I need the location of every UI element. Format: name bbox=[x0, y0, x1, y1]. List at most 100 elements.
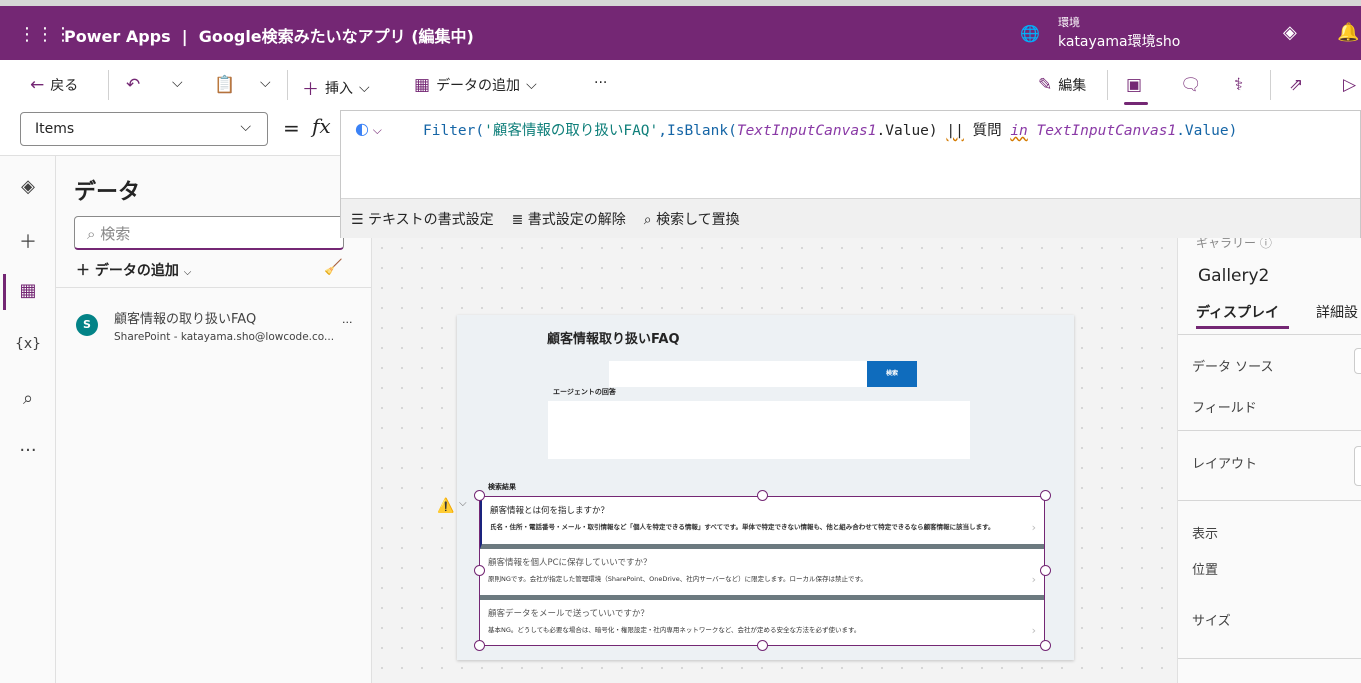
app-checker-button[interactable]: ▣ bbox=[1126, 75, 1142, 95]
undo-button[interactable]: ↶ bbox=[126, 75, 140, 95]
layout-dropdown[interactable] bbox=[1354, 446, 1361, 486]
source-detail: SharePoint - katayama.sho@lowcode.co... bbox=[114, 331, 335, 343]
code-token: in bbox=[1010, 123, 1028, 139]
gallery-item[interactable]: 顧客情報を個人PCに保存していいですか？ 原則NGです。会社が指定した管理環境（S… bbox=[480, 549, 1044, 600]
text-format-icon: ☰ bbox=[351, 211, 364, 228]
edit-button[interactable]: ✎ 編集 bbox=[1038, 75, 1086, 95]
search-text-input[interactable] bbox=[609, 361, 867, 387]
gallery[interactable]: 顧客情報とは何を指しますか？ 氏名・住所・電話番号・メール・取引情報など「個人を特… bbox=[479, 496, 1045, 646]
divider bbox=[1178, 658, 1361, 659]
comments-button[interactable]: 🗨 bbox=[1180, 75, 1202, 95]
share-button[interactable]: ⇗ bbox=[1289, 75, 1303, 95]
broom-icon[interactable]: 🧹 bbox=[324, 258, 343, 276]
add-data-label: データの追加 bbox=[436, 78, 521, 94]
formula-editor[interactable]: ◐ ⌵ Filter('顧客情報の取り扱いFAQ',IsBlank( TextIn… bbox=[340, 110, 1361, 238]
format-text-label: テキストの書式設定 bbox=[368, 211, 494, 228]
source-name: 顧客情報の取り扱いFAQ bbox=[114, 312, 257, 327]
paste-button[interactable]: 📋 bbox=[214, 75, 235, 95]
tab-advanced[interactable]: 詳細設 bbox=[1316, 302, 1358, 322]
variables-icon[interactable]: {x} bbox=[0, 336, 56, 352]
undo-dropdown[interactable]: ⌵ bbox=[172, 75, 183, 91]
environment-icon[interactable]: 🌐 bbox=[1020, 24, 1040, 43]
position-label: 位置 bbox=[1192, 563, 1219, 578]
divider bbox=[287, 70, 288, 100]
data-grid-icon[interactable]: ▦ bbox=[0, 280, 56, 301]
paste-dropdown[interactable]: ⌵ bbox=[260, 75, 271, 91]
resize-handle[interactable] bbox=[474, 490, 485, 501]
code-token: TextInputCanvas1 bbox=[1036, 123, 1177, 139]
insert-label: 挿入 bbox=[325, 80, 353, 97]
resize-handle[interactable] bbox=[757, 490, 768, 501]
tab-display[interactable]: ディスプレイ bbox=[1196, 302, 1279, 322]
code-token: ,IsBlank( bbox=[658, 123, 737, 139]
tree-view-icon[interactable]: ◈ bbox=[0, 176, 56, 197]
chevron-down-icon[interactable]: ⌵ bbox=[459, 498, 467, 509]
more-icon[interactable]: ··· bbox=[0, 440, 56, 461]
chevron-right-icon[interactable]: › bbox=[1032, 521, 1036, 534]
data-source-item[interactable]: S 顧客情報の取り扱いFAQ SharePoint - katayama.sho… bbox=[56, 296, 372, 346]
undo-icon: ↶ bbox=[126, 75, 141, 95]
search-icon[interactable]: ⌕ bbox=[0, 388, 56, 409]
resize-handle[interactable] bbox=[1040, 490, 1051, 501]
health-button[interactable]: ⚕ bbox=[1234, 75, 1243, 95]
lines-icon: ≣ bbox=[511, 211, 524, 228]
warning-icon[interactable]: ⚠️ bbox=[437, 498, 454, 514]
divider bbox=[1107, 70, 1108, 100]
insert-button[interactable]: ＋ 挿入 ⌵ bbox=[302, 75, 370, 101]
property-dropdown[interactable]: Items ⌵ bbox=[20, 112, 268, 146]
gallery-item[interactable]: 顧客情報とは何を指しますか？ 氏名・住所・電話番号・メール・取引情報など「個人を特… bbox=[480, 497, 1044, 549]
search-placeholder: 検索 bbox=[100, 225, 131, 243]
resize-handle[interactable] bbox=[757, 640, 768, 651]
copilot-icon[interactable]: ◐ ⌵ bbox=[355, 119, 382, 138]
data-source-label: データ ソース bbox=[1192, 360, 1274, 375]
resize-handle[interactable] bbox=[474, 565, 485, 576]
find-replace-button[interactable]: ⌕ 検索して置換 bbox=[644, 209, 740, 229]
code-token: Filter( bbox=[423, 123, 485, 139]
resize-handle[interactable] bbox=[474, 640, 485, 651]
insert-icon[interactable]: ＋ bbox=[0, 228, 56, 254]
equals-sign: = bbox=[283, 116, 300, 140]
layout-label: レイアウト bbox=[1192, 457, 1258, 472]
chevron-down-icon: ⌵ bbox=[240, 119, 251, 135]
sharepoint-icon: S bbox=[76, 314, 98, 336]
more-button[interactable]: ··· bbox=[594, 75, 607, 91]
add-data-link[interactable]: ＋ データの追加 ⌵ bbox=[76, 260, 191, 280]
control-name: Gallery2 bbox=[1198, 266, 1270, 286]
data-panel: データ ⌕ 検索 ＋ データの追加 ⌵ 🧹 S 顧客情報の取り扱いFAQ Sha… bbox=[56, 156, 372, 683]
code-token: '顧客情報の取り扱いFAQ' bbox=[484, 123, 659, 139]
size-label: サイズ bbox=[1192, 614, 1231, 629]
edit-label: 編集 bbox=[1058, 78, 1087, 94]
formula-code[interactable]: Filter('顧客情報の取り扱いFAQ',IsBlank( TextInputC… bbox=[423, 119, 1237, 140]
copilot-icon[interactable]: ◈ bbox=[1283, 22, 1297, 43]
back-button[interactable]: ← 戻る bbox=[30, 75, 78, 95]
results-label: 検索結果 bbox=[488, 483, 516, 491]
fx-icon[interactable]: fx bbox=[312, 114, 331, 138]
divider bbox=[1178, 500, 1361, 501]
clear-format-label: 書式設定の解除 bbox=[527, 211, 626, 228]
agent-answer-box[interactable] bbox=[548, 401, 970, 459]
table-add-icon: ▦ bbox=[414, 75, 431, 95]
format-text-button[interactable]: ☰ テキストの書式設定 bbox=[351, 209, 494, 229]
chevron-right-icon[interactable]: › bbox=[1032, 624, 1036, 637]
plus-icon: ＋ bbox=[76, 263, 90, 279]
resize-handle[interactable] bbox=[1040, 565, 1051, 576]
answer-text: 原則NGです。会社が指定した管理環境（SharePoint、OneDrive、社… bbox=[488, 575, 867, 583]
resize-handle[interactable] bbox=[1040, 640, 1051, 651]
divider bbox=[1178, 430, 1361, 431]
add-data-button[interactable]: ▦ データの追加 ⌵ bbox=[414, 75, 537, 95]
search-button[interactable]: 検索 bbox=[867, 361, 917, 387]
more-options-button[interactable]: ··· bbox=[342, 316, 353, 329]
search-icon: ⌕ bbox=[643, 211, 652, 228]
stethoscope-icon: ⚕ bbox=[1234, 75, 1244, 95]
chevron-right-icon[interactable]: › bbox=[1032, 573, 1036, 586]
code-token: .Value) bbox=[876, 123, 947, 139]
chevron-down-icon: ⌵ bbox=[526, 77, 537, 93]
environment-name[interactable]: katayama環境sho bbox=[1058, 31, 1180, 51]
play-button[interactable]: ▷ bbox=[1343, 75, 1356, 95]
data-search-input[interactable]: ⌕ 検索 bbox=[74, 216, 344, 250]
notification-bell-icon[interactable]: 🔔 bbox=[1337, 22, 1359, 43]
answer-text: 氏名・住所・電話番号・メール・取引情報など「個人を特定できる情報」すべてです。単… bbox=[490, 523, 995, 531]
data-source-dropdown[interactable] bbox=[1354, 348, 1361, 374]
clear-format-button[interactable]: ≣ 書式設定の解除 bbox=[512, 209, 626, 229]
